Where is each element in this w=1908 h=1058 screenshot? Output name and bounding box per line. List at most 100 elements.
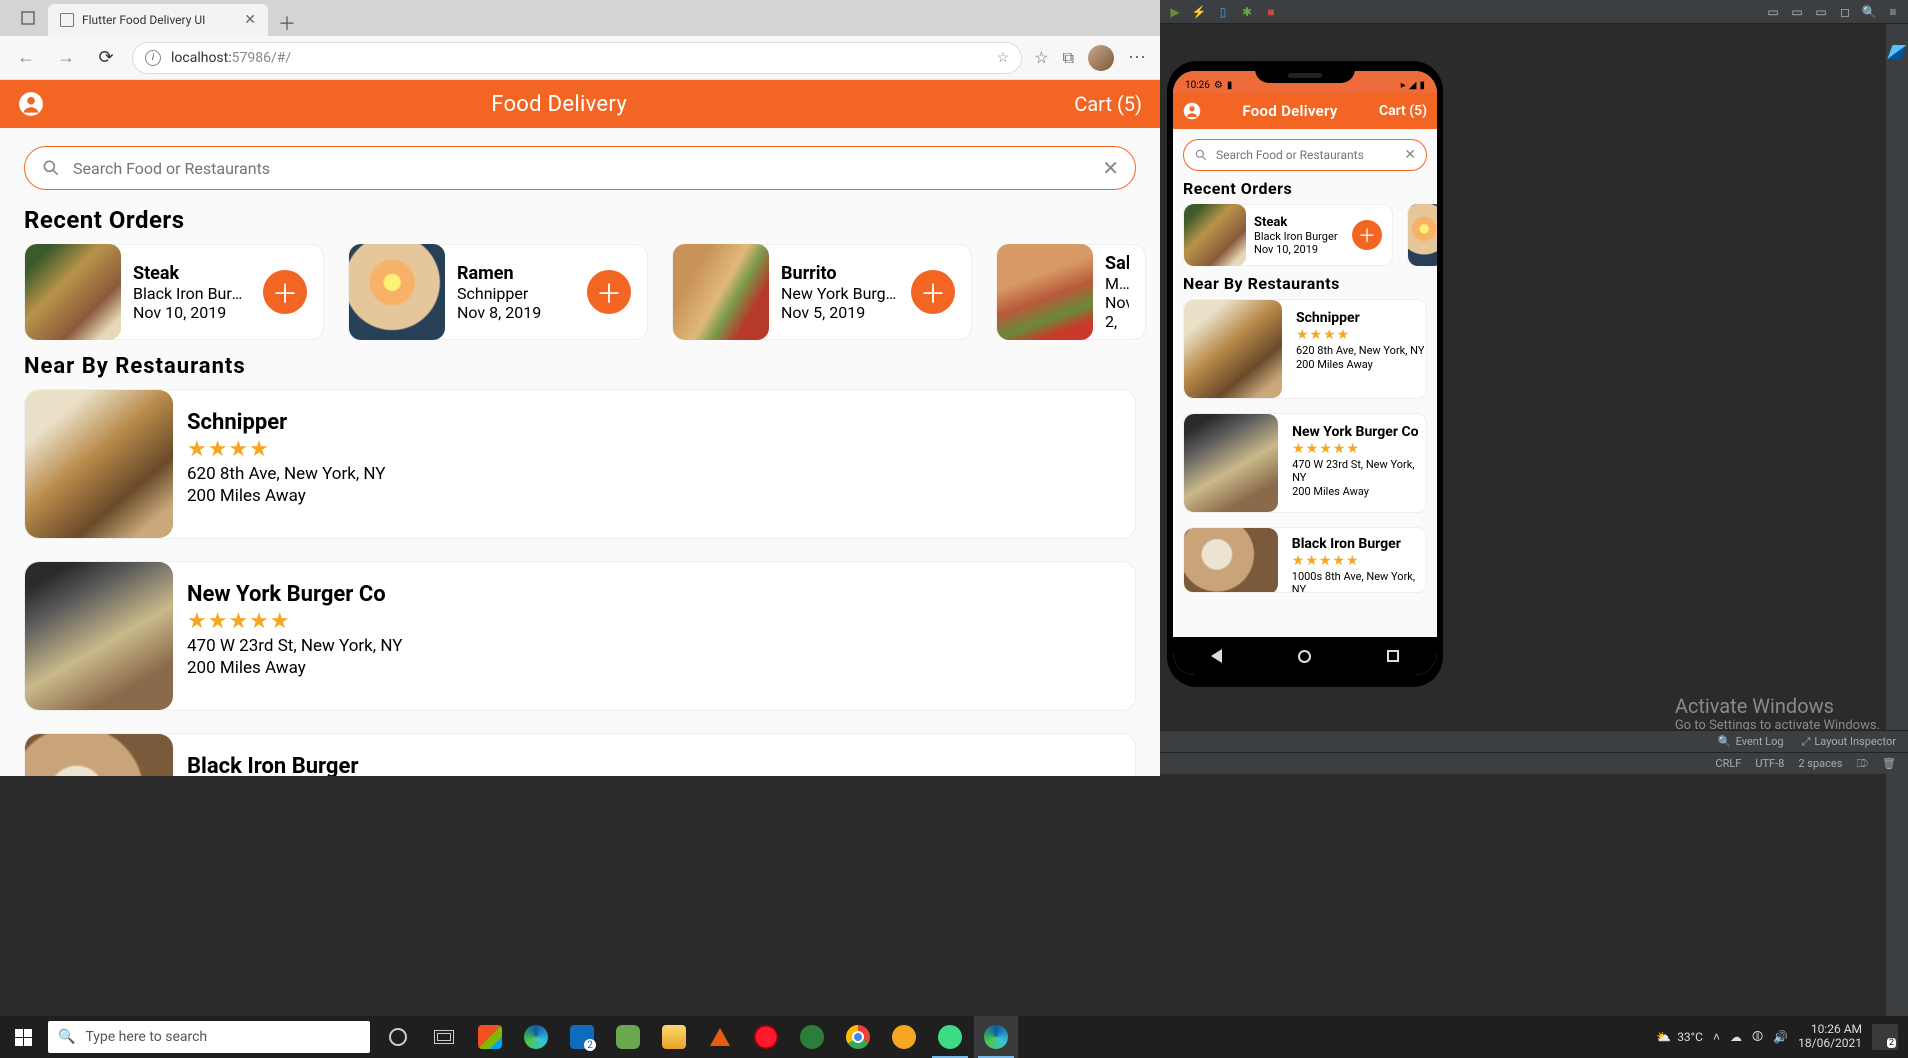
flash-icon[interactable]: ⚡ xyxy=(1192,5,1206,19)
new-tab-button[interactable]: ＋ xyxy=(268,10,306,36)
order-card[interactable]: Salmon Maple Nov 2, xyxy=(996,244,1146,340)
menu-icon[interactable]: ≡ xyxy=(1886,5,1900,19)
recent-orders-list[interactable]: Steak Black Iron Burger Nov 10, 2019 ＋ xyxy=(1173,204,1437,272)
clear-search-icon[interactable]: ✕ xyxy=(1102,156,1119,180)
restaurant-card[interactable]: Black Iron Burger ★★★★★ 1000s 8th Ave, N… xyxy=(1183,527,1427,593)
battery-icon: ▮ xyxy=(1419,80,1425,91)
run-icon[interactable]: ▶ xyxy=(1168,5,1182,19)
explorer-icon[interactable] xyxy=(652,1016,696,1058)
onedrive-icon[interactable]: ☁ xyxy=(1730,1030,1742,1044)
order-name: Salmon xyxy=(1105,253,1129,274)
android-studio-icon[interactable] xyxy=(928,1016,972,1058)
add-order-button[interactable]: ＋ xyxy=(1352,220,1382,250)
order-card[interactable]: Steak Black Iron Burger Nov 10, 2019 ＋ xyxy=(1183,204,1393,266)
recent-orders-list[interactable]: Steak Black Iron Burger Nov 10, 2019 ＋ R… xyxy=(0,244,1160,348)
search-input[interactable] xyxy=(1216,148,1396,162)
bug-icon[interactable]: ✱ xyxy=(1240,5,1254,19)
opera-icon[interactable] xyxy=(744,1016,788,1058)
site-info-icon[interactable]: i xyxy=(145,50,161,66)
favorites-icon[interactable]: ☆ xyxy=(1034,48,1048,67)
account-button[interactable] xyxy=(18,91,44,117)
indent[interactable]: 2 spaces xyxy=(1798,757,1842,770)
layout-inspector-button[interactable]: ⤢Layout Inspector xyxy=(1802,735,1896,749)
restaurant-card[interactable]: New York Burger Co ★★★★★ 470 W 23rd St, … xyxy=(24,561,1136,711)
favorite-plus-icon[interactable]: ☆ xyxy=(997,50,1010,66)
add-order-button[interactable]: ＋ xyxy=(263,270,307,314)
search-box[interactable]: ✕ xyxy=(24,146,1136,190)
forward-button[interactable]: → xyxy=(52,44,80,72)
order-card[interactable] xyxy=(1407,204,1437,266)
close-tab-icon[interactable]: ✕ xyxy=(244,12,256,28)
encoding[interactable]: UTF-8 xyxy=(1755,757,1784,770)
restaurant-list[interactable]: Schnipper ★★★★ 620 8th Ave, New York, NY… xyxy=(1173,299,1437,593)
cortana-icon[interactable] xyxy=(376,1016,420,1058)
order-card[interactable]: Steak Black Iron Burger Nov 10, 2019 ＋ xyxy=(24,244,324,340)
rating-stars: ★★★★ xyxy=(1296,327,1424,343)
search-input[interactable] xyxy=(73,159,1090,178)
order-date: Nov 8, 2019 xyxy=(457,303,575,322)
weather-icon: ⛅ xyxy=(1656,1030,1671,1044)
edge-icon[interactable] xyxy=(514,1016,558,1058)
restaurant-address: 620 8th Ave, New York, NY xyxy=(187,464,386,484)
refresh-button[interactable]: ⟳ xyxy=(92,44,120,72)
task-view-icon[interactable] xyxy=(422,1016,466,1058)
event-log-button[interactable]: 🔍Event Log xyxy=(1718,735,1784,748)
order-card[interactable]: Burrito New York Burge... Nov 5, 2019 ＋ xyxy=(672,244,972,340)
app-icon[interactable] xyxy=(606,1016,650,1058)
mail-icon[interactable]: 2 xyxy=(560,1016,604,1058)
chrome-icon[interactable] xyxy=(836,1016,880,1058)
android-home-button[interactable] xyxy=(1298,650,1311,663)
app-icon2[interactable] xyxy=(790,1016,834,1058)
tray-chevron-icon[interactable]: ˄ xyxy=(1713,1030,1720,1044)
line-ending[interactable]: CRLF xyxy=(1715,757,1741,770)
cart-button[interactable]: Cart (5) xyxy=(1379,103,1427,119)
clock[interactable]: 10:26 AM 18/06/2021 xyxy=(1798,1023,1862,1051)
order-card[interactable]: Ramen Schnipper Nov 8, 2019 ＋ xyxy=(348,244,648,340)
vlc-icon[interactable] xyxy=(698,1016,742,1058)
tool-icon[interactable]: ▭ xyxy=(1766,5,1780,19)
add-order-button[interactable]: ＋ xyxy=(911,270,955,314)
browser-tab[interactable]: Flutter Food Delivery UI ✕ xyxy=(48,4,268,36)
ide-right-gutter xyxy=(1886,24,1908,1018)
wifi-icon[interactable]: ⦷ xyxy=(1752,1029,1763,1045)
weather-widget[interactable]: ⛅ 33°C xyxy=(1656,1030,1703,1044)
back-button[interactable]: ← xyxy=(12,44,40,72)
cart-button[interactable]: Cart (5) xyxy=(1074,92,1142,116)
restaurant-list[interactable]: Schnipper ★★★★ 620 8th Ave, New York, NY… xyxy=(0,389,1160,776)
lock-icon[interactable]: ⎄ xyxy=(1856,757,1868,771)
app-header: Food Delivery Cart (5) xyxy=(1173,93,1437,129)
ms-store-icon[interactable] xyxy=(468,1016,512,1058)
restaurant-card[interactable]: Schnipper ★★★★ 620 8th Ave, New York, NY… xyxy=(24,389,1136,539)
browser-address-bar: ← → ⟳ i localhost:57986/#/ ☆ ☆ ⧉ ⋯ xyxy=(0,36,1160,80)
clear-search-icon[interactable]: ✕ xyxy=(1404,147,1416,163)
taskbar-search[interactable]: 🔍 Type here to search xyxy=(48,1021,370,1053)
url-field[interactable]: i localhost:57986/#/ ☆ xyxy=(132,42,1022,74)
tool-icon3[interactable]: ▭ xyxy=(1814,5,1828,19)
restaurant-card[interactable]: New York Burger Co ★★★★★ 470 W 23rd St, … xyxy=(1183,413,1427,513)
collections-icon[interactable]: ⧉ xyxy=(1063,48,1074,68)
restaurant-card[interactable]: Schnipper ★★★★ 620 8th Ave, New York, NY… xyxy=(1183,299,1427,399)
more-menu-icon[interactable]: ⋯ xyxy=(1128,47,1148,68)
order-date: Nov 10, 2019 xyxy=(1254,243,1344,256)
search-icon[interactable]: 🔍 xyxy=(1862,5,1876,19)
edge-running-icon[interactable] xyxy=(974,1016,1018,1058)
volume-icon[interactable]: 🔊 xyxy=(1773,1030,1788,1044)
start-button[interactable] xyxy=(0,1016,46,1058)
search-placeholder: Type here to search xyxy=(85,1029,207,1045)
add-order-button[interactable]: ＋ xyxy=(587,270,631,314)
restaurant-name: Black Iron Burger xyxy=(187,754,358,776)
android-back-button[interactable] xyxy=(1211,649,1222,663)
restaurant-card[interactable]: Black Iron Burger xyxy=(24,733,1136,776)
tab-actions-icon[interactable] xyxy=(8,0,48,36)
profile-avatar[interactable] xyxy=(1088,45,1114,71)
action-center-icon[interactable]: 2 xyxy=(1872,1024,1898,1050)
account-button[interactable] xyxy=(1183,102,1201,120)
android-recents-button[interactable] xyxy=(1387,650,1399,662)
trash-icon[interactable]: 🗑 xyxy=(1882,757,1896,770)
stop-icon[interactable]: ■ xyxy=(1264,5,1278,19)
app-icon3[interactable] xyxy=(882,1016,926,1058)
tool-icon4[interactable]: ◻ xyxy=(1838,5,1852,19)
device-icon[interactable]: ▯ xyxy=(1216,5,1230,19)
tool-icon2[interactable]: ▭ xyxy=(1790,5,1804,19)
search-box[interactable]: ✕ xyxy=(1183,139,1427,171)
